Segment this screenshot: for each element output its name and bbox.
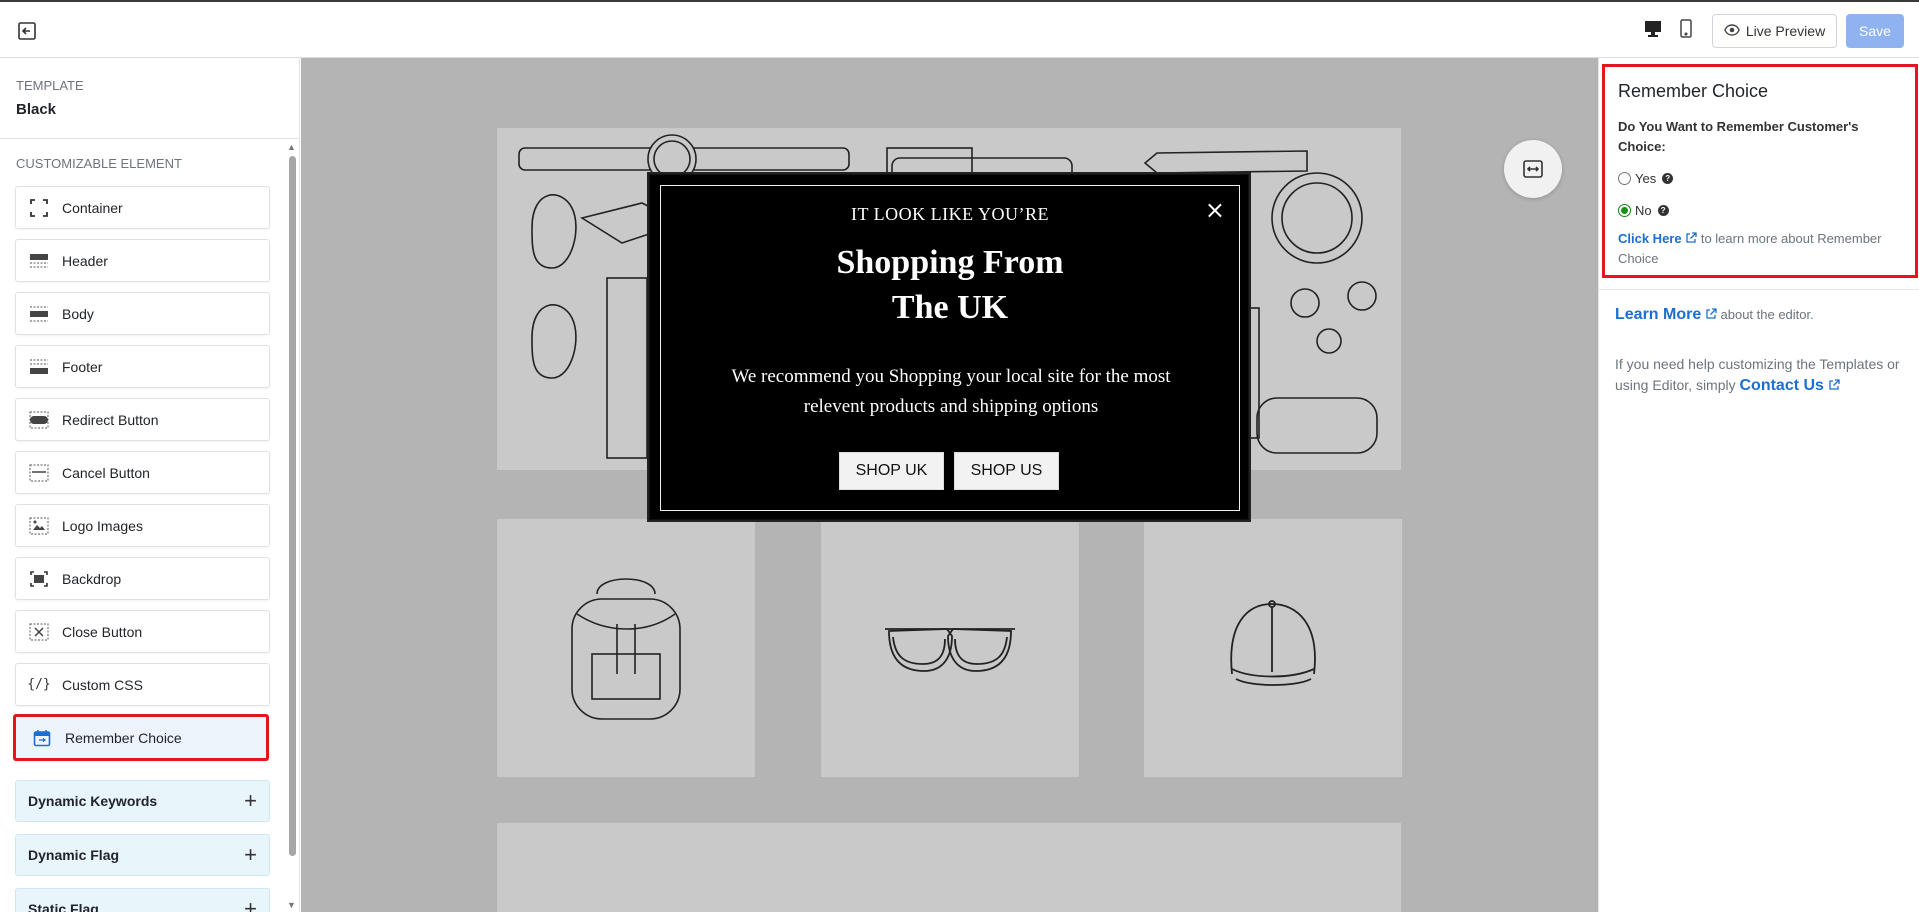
scroll-down-arrow-icon[interactable]: ▼ (287, 900, 296, 910)
right-settings-panel: Remember Choice Do You Want to Remember … (1598, 58, 1919, 912)
template-value: Black (16, 101, 57, 118)
geo-popup: × IT LOOK LIKE YOU’RE Shopping From The … (649, 174, 1249, 520)
element-label: Footer (62, 358, 103, 375)
element-label: Container (62, 199, 123, 216)
backpack-image (497, 519, 755, 777)
popup-title-line: The UK (891, 289, 1009, 326)
element-label: Body (62, 305, 94, 322)
sunglasses-image (821, 519, 1079, 777)
element-backdrop[interactable]: Backdrop (15, 557, 270, 600)
mobile-view-icon[interactable] (1679, 19, 1699, 41)
external-link-icon (1705, 308, 1717, 320)
popup-title: Shopping From The UK (661, 240, 1239, 330)
live-preview-label: Live Preview (1745, 23, 1826, 39)
divider (1599, 289, 1919, 290)
external-link-icon (1685, 230, 1697, 243)
popup-pre-title: IT LOOK LIKE YOU’RE (851, 204, 1049, 224)
contact-us-link[interactable]: Contact Us (1740, 377, 1824, 394)
popup-body-line: relevent products and shipping options (803, 396, 1099, 417)
element-container[interactable]: Container (15, 186, 270, 229)
accordion-label: Dynamic Flag (28, 847, 120, 863)
shop-us-button[interactable]: SHOP US (954, 452, 1059, 490)
close-button-icon (28, 622, 50, 642)
radio-no[interactable] (1618, 204, 1631, 217)
exit-icon[interactable] (16, 20, 38, 42)
accordion-label: Static Flag (28, 901, 99, 912)
plus-icon[interactable]: + (244, 842, 257, 868)
save-button[interactable]: Save (1846, 14, 1904, 48)
cap-image (1144, 519, 1402, 777)
radio-no-row[interactable]: No ? (1618, 203, 1669, 218)
backdrop-icon (28, 569, 50, 589)
remember-question: Do You Want to Remember Customer's Choic… (1618, 119, 1859, 154)
accordion-dynamic-flag[interactable]: Dynamic Flag + (15, 834, 270, 876)
scroll-up-arrow-icon[interactable]: ▲ (287, 142, 296, 152)
element-label: Cancel Button (62, 464, 150, 481)
popup-body-line: We recommend you Shopping your local sit… (731, 366, 1171, 387)
element-close-button[interactable]: Close Button (15, 610, 270, 653)
footer-icon (28, 357, 50, 377)
external-link-icon (1828, 376, 1840, 390)
help-icon[interactable]: ? (1657, 205, 1669, 216)
cancel-button-icon (28, 463, 50, 483)
contact-help-text: If you need help customizing the Templat… (1615, 354, 1913, 396)
container-icon (28, 198, 50, 218)
shop-uk-button[interactable]: SHOP UK (839, 452, 944, 490)
accordion-dynamic-keywords[interactable]: Dynamic Keywords + (15, 780, 270, 822)
header-icon (28, 251, 50, 271)
content-block (497, 823, 1401, 912)
template-label: TEMPLATE (16, 78, 84, 93)
element-redirect-button[interactable]: Redirect Button (15, 398, 270, 441)
radio-label: Yes (1635, 171, 1657, 186)
plus-icon[interactable]: + (244, 896, 257, 912)
help-icon[interactable]: ? (1662, 173, 1674, 184)
element-label: Remember Choice (65, 729, 182, 746)
preview-canvas: × IT LOOK LIKE YOU’RE Shopping From The … (301, 58, 1598, 912)
body-icon (28, 304, 50, 324)
element-label: Logo Images (62, 517, 143, 534)
popup-title-line: Shopping From (836, 244, 1064, 281)
element-body[interactable]: Body (15, 292, 270, 335)
click-here-link[interactable]: Click Here (1618, 231, 1682, 246)
redirect-button-icon (28, 410, 50, 430)
plus-icon[interactable]: + (244, 788, 257, 814)
eye-icon (1724, 23, 1740, 39)
custom-css-icon: {/} (27, 677, 51, 692)
element-custom-css[interactable]: {/} Custom CSS (15, 663, 270, 706)
live-preview-button[interactable]: Live Preview (1712, 14, 1837, 48)
divider (0, 138, 299, 139)
logo-images-icon (28, 516, 50, 536)
element-label: Backdrop (62, 570, 122, 587)
remember-help-text: Click Here to learn more about Remember … (1618, 229, 1908, 269)
expand-width-icon[interactable] (1504, 140, 1562, 198)
desktop-view-icon[interactable] (1643, 19, 1667, 41)
remember-choice-section: Remember Choice Do You Want to Remember … (1602, 64, 1918, 278)
radio-yes-row[interactable]: Yes ? (1618, 171, 1674, 186)
calendar-icon (31, 728, 53, 748)
accordion-static-flag[interactable]: Static Flag + (15, 888, 270, 912)
element-logo-images[interactable]: Logo Images (15, 504, 270, 547)
accordion-label: Dynamic Keywords (28, 793, 158, 809)
element-cancel-button[interactable]: Cancel Button (15, 451, 270, 494)
left-sidebar: TEMPLATE Black CUSTOMIZABLE ELEMENT Cont… (0, 58, 300, 912)
top-bar: Live Preview Save (0, 0, 1919, 58)
sidebar-scrollbar[interactable] (289, 156, 296, 856)
element-label: Header (62, 252, 108, 269)
learn-more-link[interactable]: Learn More (1615, 306, 1701, 323)
learn-more-text: about the editor. (1720, 307, 1814, 322)
element-footer[interactable]: Footer (15, 345, 270, 388)
popup-inner-border: × IT LOOK LIKE YOU’RE Shopping From The … (660, 185, 1240, 511)
element-remember-choice[interactable]: Remember Choice (13, 714, 269, 761)
radio-yes[interactable] (1618, 172, 1631, 185)
learn-more-row: Learn More about the editor. (1615, 306, 1814, 324)
radio-label: No (1635, 203, 1652, 218)
customizable-element-label: CUSTOMIZABLE ELEMENT (16, 156, 182, 171)
element-header[interactable]: Header (15, 239, 270, 282)
element-label: Redirect Button (62, 411, 159, 428)
element-label: Custom CSS (62, 676, 143, 693)
popup-body: We recommend you Shopping your local sit… (681, 362, 1221, 422)
element-label: Close Button (62, 623, 143, 640)
section-title: Remember Choice (1618, 81, 1769, 101)
